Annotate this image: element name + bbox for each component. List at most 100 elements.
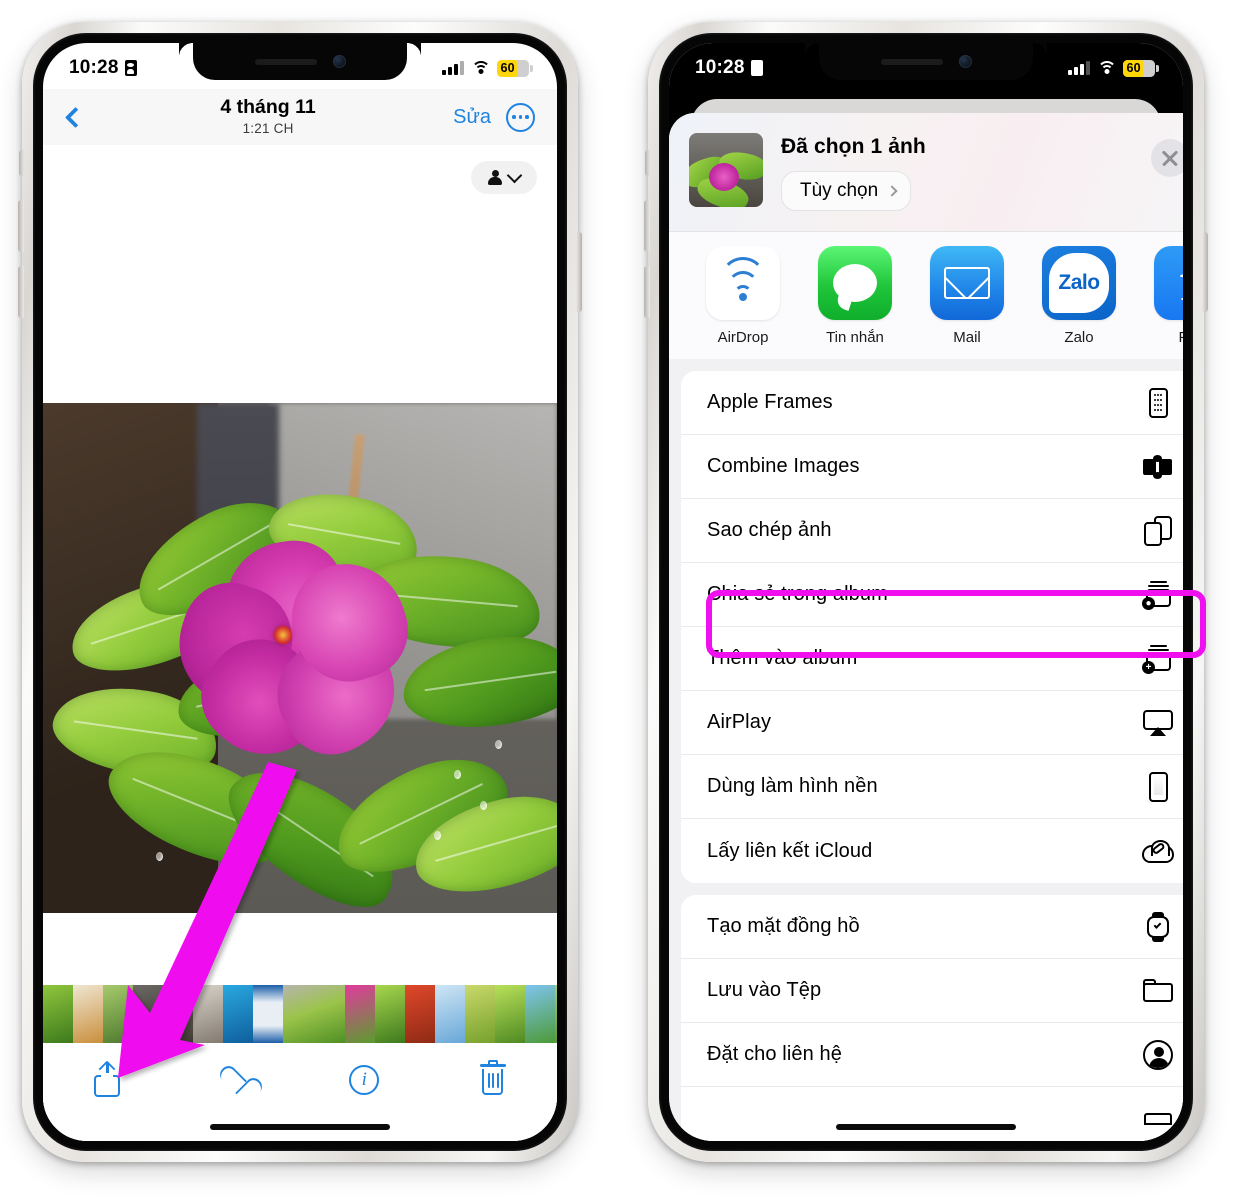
messages-icon <box>818 246 892 320</box>
volume-down-button[interactable] <box>644 266 650 318</box>
watch-face-icon <box>1141 910 1175 944</box>
filmstrip-thumb[interactable] <box>495 985 525 1043</box>
close-button[interactable] <box>1151 139 1183 177</box>
filmstrip-thumb[interactable] <box>375 985 405 1043</box>
menu-item-label: Chia sẻ trong album <box>707 583 888 605</box>
share-target-airdrop[interactable]: AirDrop <box>687 246 799 359</box>
delete-button[interactable] <box>472 1059 514 1101</box>
selection-info: Đã chọn 1 ảnh Tùy chọn <box>781 133 1183 231</box>
screenshot-canvas: 10:28 60 4 tháng 11 1:21 CH Sửa i 10:28 … <box>0 0 1236 1200</box>
ellipsis-circle-icon[interactable] <box>506 102 535 132</box>
filmstrip-thumb[interactable] <box>193 985 223 1043</box>
filmstrip-thumb[interactable] <box>525 985 555 1043</box>
left-phone-bezel: 10:28 60 4 tháng 11 1:21 CH Sửa i <box>33 33 567 1151</box>
right-phone-device: 10:28 60 Đã chọn 1 ảnh Tùy chọn AirDrop … <box>644 22 1208 1162</box>
filmstrip-thumb[interactable] <box>435 985 465 1043</box>
app-label: AirDrop <box>717 329 769 346</box>
photo-image[interactable] <box>43 403 557 913</box>
status-right: 60 <box>1068 56 1159 77</box>
power-button[interactable] <box>576 232 582 312</box>
earpiece-speaker <box>880 58 943 65</box>
wifi-icon <box>1097 61 1116 75</box>
shared-album-icon: ● <box>1141 578 1175 612</box>
status-left: 10:28 <box>695 53 763 79</box>
wallpaper-icon <box>1141 770 1175 804</box>
options-button[interactable]: Tùy chọn <box>781 171 912 211</box>
filmstrip-thumb[interactable] <box>253 985 283 1043</box>
menu-item-assign-to-contact[interactable]: Đặt cho liên hệ <box>681 1023 1183 1087</box>
filmstrip-thumb[interactable] <box>103 985 133 1043</box>
dynamic-island <box>805 43 1047 80</box>
zalo-wordmark: Zalo <box>1058 271 1100 294</box>
edit-button[interactable]: Sửa <box>453 106 491 129</box>
favorite-button[interactable] <box>215 1059 257 1101</box>
lock-icon <box>124 60 137 76</box>
lock-icon <box>750 60 763 76</box>
iphone-frame-icon <box>1141 386 1175 420</box>
page-title: 4 tháng 11 <box>220 96 316 119</box>
menu-item-save-to-files[interactable]: Lưu vào Tệp <box>681 959 1183 1023</box>
menu-item-airplay[interactable]: AirPlay <box>681 691 1183 755</box>
menu-item-create-watch-face[interactable]: Tạo mặt đồng hồ <box>681 895 1183 959</box>
filmstrip-thumb[interactable] <box>43 985 73 1043</box>
share-sheet-header: Đã chọn 1 ảnh Tùy chọn <box>669 113 1183 231</box>
filmstrip-thumb[interactable] <box>163 985 193 1043</box>
menu-item-icloud-link[interactable]: Lấy liên kết iCloud <box>681 819 1183 883</box>
home-indicator[interactable] <box>836 1124 1016 1130</box>
front-camera <box>958 55 972 68</box>
volume-up-button[interactable] <box>18 200 24 252</box>
share-target-messages[interactable]: Tin nhắn <box>799 246 911 359</box>
home-indicator[interactable] <box>210 1124 390 1130</box>
people-pill-button[interactable] <box>471 161 537 194</box>
filmstrip-thumb[interactable] <box>133 985 163 1043</box>
menu-item-print[interactable] <box>681 1087 1183 1141</box>
front-camera <box>332 55 346 68</box>
menu-item-share-in-album[interactable]: Chia sẻ trong album ● <box>681 563 1183 627</box>
photo-nav-bar: 4 tháng 11 1:21 CH Sửa <box>43 89 557 145</box>
menu-item-label: Thêm vào album <box>707 647 858 669</box>
airplay-icon <box>1141 706 1175 740</box>
silent-switch[interactable] <box>19 150 24 176</box>
volume-up-button[interactable] <box>644 200 650 252</box>
menu-item-apple-frames[interactable]: Apple Frames <box>681 371 1183 435</box>
menu-item-add-to-album[interactable]: Thêm vào album + <box>681 627 1183 691</box>
selected-photo-thumbnail[interactable] <box>689 133 763 207</box>
share-target-zalo[interactable]: Zalo Zalo <box>1023 246 1135 359</box>
silent-switch[interactable] <box>645 150 650 176</box>
filmstrip-thumb[interactable] <box>73 985 103 1043</box>
menu-item-copy-photo[interactable]: Sao chép ảnh <box>681 499 1183 563</box>
nav-title-block: 4 tháng 11 1:21 CH <box>83 96 453 136</box>
share-button[interactable] <box>86 1059 128 1101</box>
photo-viewer-body: i <box>43 145 557 1141</box>
puzzle-icon <box>1141 450 1175 484</box>
share-target-facebook[interactable]: Fac <box>1135 246 1183 359</box>
menu-item-label: Apple Frames <box>707 391 833 413</box>
menu-item-label: AirPlay <box>707 711 772 733</box>
power-button[interactable] <box>1202 232 1208 312</box>
info-button[interactable]: i <box>343 1059 385 1101</box>
zalo-icon: Zalo <box>1042 246 1116 320</box>
share-target-mail[interactable]: Mail <box>911 246 1023 359</box>
filmstrip-thumb[interactable] <box>405 985 435 1043</box>
person-icon <box>488 170 502 185</box>
volume-down-button[interactable] <box>18 266 24 318</box>
filmstrip-thumb[interactable] <box>223 985 253 1043</box>
left-phone-screen: 10:28 60 4 tháng 11 1:21 CH Sửa i <box>43 43 557 1141</box>
cellular-signal-icon <box>1068 61 1090 75</box>
nav-actions: Sửa <box>453 102 535 132</box>
menu-item-use-as-wallpaper[interactable]: Dùng làm hình nền <box>681 755 1183 819</box>
page-subtitle: 1:21 CH <box>242 120 294 136</box>
options-label: Tùy chọn <box>800 180 879 201</box>
filmstrip-thumb[interactable] <box>345 985 375 1043</box>
battery-percent: 60 <box>500 61 515 75</box>
add-to-album-icon: + <box>1141 642 1175 676</box>
menu-item-combine-images[interactable]: Combine Images <box>681 435 1183 499</box>
filmstrip-thumb[interactable] <box>465 985 495 1043</box>
menu-item-label: Đặt cho liên hệ <box>707 1043 842 1065</box>
filmstrip-thumb-selected[interactable] <box>283 985 345 1043</box>
earpiece-speaker <box>254 58 317 65</box>
copy-icon <box>1141 514 1175 548</box>
folder-icon <box>1141 974 1175 1008</box>
filmstrip-thumb[interactable] <box>555 985 557 1043</box>
photo-filmstrip[interactable] <box>43 985 557 1043</box>
